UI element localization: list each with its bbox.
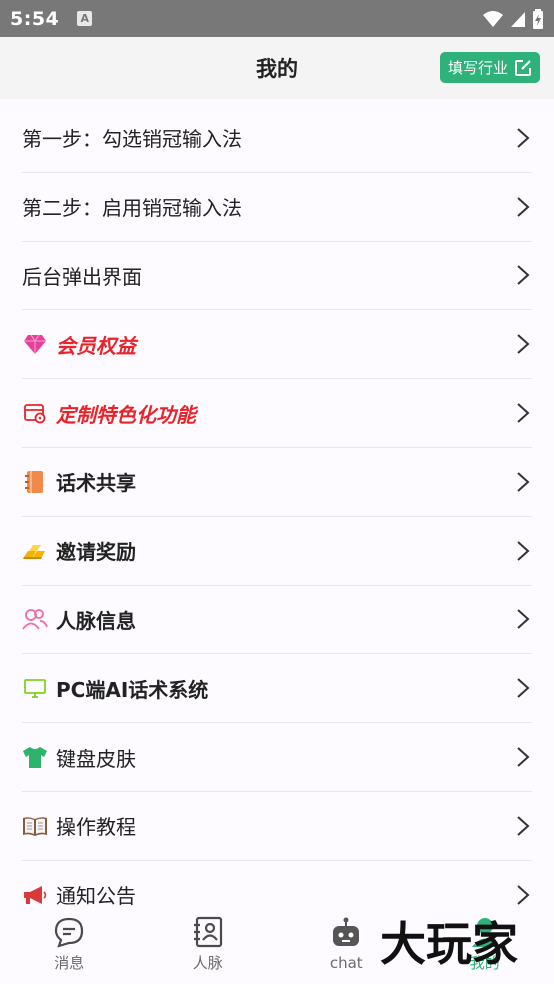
tab-contacts[interactable]: 人脉: [139, 906, 278, 984]
menu-item-label: 第一步：勾选销冠输入法: [22, 127, 242, 152]
menu-item-label: 邀请奖励: [56, 540, 136, 565]
menu-item-label: 操作教程: [56, 815, 136, 840]
chevron-right-icon: [517, 884, 530, 905]
tab-label: 人脉: [192, 954, 223, 972]
chevron-right-icon: [517, 196, 530, 217]
chevron-right-icon: [517, 747, 530, 767]
menu-item-label: 后台弹出界面: [22, 264, 142, 289]
signal-icon: [511, 11, 525, 27]
diamond-icon: [22, 331, 48, 357]
menu-item-pc-ai-system[interactable]: PC端AI话术系统: [22, 654, 532, 724]
menu-item-contacts-info[interactable]: 人脉信息: [22, 586, 532, 655]
page-header: 我的 填写行业: [0, 37, 554, 99]
tab-label: 消息: [54, 954, 85, 972]
menu-item-step-one[interactable]: 第一步：勾选销冠输入法: [22, 104, 532, 173]
menu-item-label: 第二步：启用销冠输入法: [22, 196, 242, 221]
menu-item-custom-features[interactable]: 定制特色化功能: [22, 379, 532, 448]
menu-item-background-popup[interactable]: 后台弹出界面: [22, 242, 532, 311]
notebook-icon: [22, 469, 48, 495]
chevron-right-icon: [517, 403, 530, 423]
chevron-right-icon: [517, 816, 530, 836]
contact-card-icon: [193, 916, 222, 948]
menu-item-label: PC端AI话术系统: [56, 677, 209, 702]
gold-bars-icon: [22, 538, 48, 564]
status-icons: [482, 8, 544, 29]
menu-item-label: 通知公告: [56, 884, 136, 909]
svg-text:大玩家: 大玩家: [380, 917, 518, 971]
edit-icon: [515, 59, 531, 76]
fill-industry-label: 填写行业: [447, 59, 508, 77]
menu-item-script-sharing[interactable]: 话术共享: [22, 448, 532, 517]
chevron-right-icon: [517, 265, 530, 286]
battery-icon: [533, 8, 543, 29]
tshirt-icon: [22, 744, 48, 770]
menu-item-keyboard-skin[interactable]: 键盘皮肤: [22, 723, 532, 792]
megaphone-icon: [22, 882, 48, 908]
custom-feature-icon: [22, 400, 48, 426]
menu-item-label: 键盘皮肤: [56, 746, 136, 771]
fill-industry-button[interactable]: 填写行业: [439, 52, 540, 83]
menu-item-label: 话术共享: [56, 471, 136, 496]
status-time: 5:54: [10, 7, 60, 30]
contacts-icon: [22, 606, 48, 632]
chevron-right-icon: [517, 128, 530, 148]
menu-item-label: 会员权益: [56, 333, 136, 358]
chevron-right-icon: [517, 540, 530, 561]
chevron-right-icon: [517, 609, 530, 630]
robot-icon: [333, 917, 360, 946]
tab-messages[interactable]: 消息: [0, 906, 139, 984]
menu-item-membership[interactable]: 会员权益: [22, 310, 532, 380]
chevron-right-icon: [517, 678, 530, 699]
status-bar: 5:54 A: [0, 0, 554, 37]
watermark-logo: 大玩家: [378, 912, 546, 972]
monitor-icon: [22, 675, 48, 701]
menu-item-invite-rewards[interactable]: 邀请奖励: [22, 517, 532, 586]
message-icon: [55, 917, 84, 948]
chevron-right-icon: [517, 472, 530, 492]
menu-item-label: 定制特色化功能: [56, 402, 196, 427]
tab-label: chat: [329, 954, 363, 972]
chevron-right-icon: [517, 334, 530, 355]
menu-list: 第一步：勾选销冠输入法 第二步：启用销冠输入法 后台弹出界面 会员权益 定制特色…: [0, 104, 554, 930]
menu-item-label: 人脉信息: [56, 608, 136, 633]
accessibility-badge-icon: A: [77, 11, 93, 26]
book-icon: [22, 813, 48, 839]
menu-item-tutorial[interactable]: 操作教程: [22, 792, 532, 861]
watermark-graphic: 大玩家: [380, 917, 518, 971]
page-title: 我的: [256, 57, 298, 81]
wifi-icon: [483, 10, 503, 27]
menu-item-step-two[interactable]: 第二步：启用销冠输入法: [22, 173, 532, 242]
